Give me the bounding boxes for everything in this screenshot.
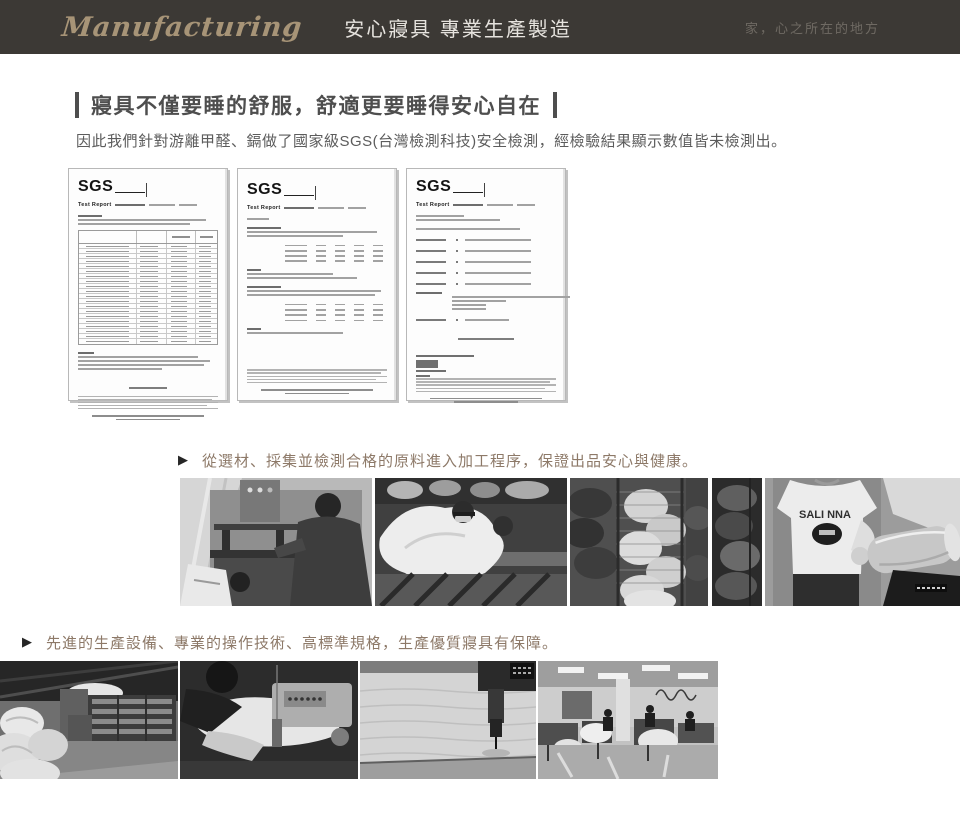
photo-quilting-machine (360, 661, 536, 779)
test-report-heading: Test Report (78, 202, 218, 208)
redacted-line (453, 204, 483, 206)
label-value-row (416, 272, 556, 274)
material-process-photos: SALI NNA (180, 478, 960, 606)
fine-print (78, 394, 218, 409)
photo-warehouse-rolls (0, 661, 178, 779)
sgs-report-document-1: SGS Test Report (68, 168, 228, 401)
redacted-section-2 (247, 284, 387, 296)
test-report-heading: Test Report (416, 202, 556, 208)
sewing-illustration (180, 661, 358, 779)
page-title: 寢具不僅要睡的舒服，舒適更要睡得安心自在 (91, 90, 541, 120)
label-value-row (416, 239, 556, 241)
intro-description: 因此我們針對游離甲醛、鎘做了國家級SGS(台灣檢測科技)安全檢測，經檢驗結果顯示… (76, 130, 960, 151)
process-caption-text: 從選材、採集並檢測合格的原料進入加工程序，保證出品安心與健康。 (202, 450, 698, 471)
table-row (79, 339, 217, 344)
document-footer (247, 387, 387, 394)
redacted-note-1 (247, 267, 387, 279)
label-value-row (416, 261, 556, 263)
header-tagline: 家，心之所在的地方 (745, 18, 880, 37)
sgs-reports-row: SGS Test Report (68, 168, 960, 401)
factory-floor-illustration (538, 661, 718, 779)
test-request-block (416, 290, 556, 310)
signature-stamp (416, 353, 556, 377)
test-results-table (78, 230, 218, 345)
pillow-rack-illustration (570, 478, 708, 606)
photo-factory-floor (538, 661, 718, 779)
sgs-logo: SGS (247, 180, 387, 197)
redacted-line (115, 204, 145, 206)
sgs-report-document-2: SGS Test Report (237, 168, 397, 401)
document-footer (78, 413, 218, 420)
sgs-logo: SGS (416, 180, 556, 194)
redacted-line (517, 204, 535, 206)
headline-left-bar (75, 92, 79, 118)
redacted-line (348, 207, 366, 209)
redacted-line (318, 207, 344, 209)
production-caption: ▶ 先進的生產設備、專業的操作技術、高標準規格，生產優質寢具有保障。 (22, 632, 960, 652)
headline-right-bar (553, 92, 557, 118)
redacted-line-group (247, 216, 387, 220)
photo-press-machine-worker (180, 478, 372, 606)
photo-stacked-pillows-rack (570, 478, 708, 606)
sgs-report-document-3: SGS Test Report (406, 168, 566, 401)
intro-section: 寢具不僅要睡的舒服，舒適更要睡得安心自在 因此我們針對游離甲醛、鎘做了國家級SG… (75, 90, 960, 151)
redacted-line (179, 204, 197, 206)
redacted-section-1 (247, 225, 387, 237)
production-photos (0, 661, 960, 779)
photo-duvet-filling-workers (375, 478, 567, 606)
redacted-line (487, 204, 513, 206)
manufacturing-section: Manufacturing 安心寢具 專業生產製造 家，心之所在的地方 寢具不僅… (0, 0, 960, 814)
header-title: 安心寢具 專業生產製造 (344, 13, 572, 42)
redacted-paragraph (78, 213, 218, 225)
photo-sewing-machine-worker (180, 661, 358, 779)
manufacturing-script-logo: Manufacturing (60, 12, 304, 43)
result-row (416, 319, 556, 321)
redacted-line (284, 207, 314, 209)
document-footer (416, 396, 556, 403)
duvet-workers-illustration (375, 478, 567, 606)
photo-worker-wrapping-roll: SALI NNA (765, 478, 960, 606)
redacted-note-2 (247, 326, 387, 334)
label-value-row (416, 283, 556, 285)
fine-print (416, 377, 556, 392)
header-bar: Manufacturing 安心寢具 專業生產製造 家，心之所在的地方 (0, 0, 960, 54)
roll-wrapping-illustration: SALI NNA (765, 478, 960, 606)
test-report-heading: Test Report (247, 205, 387, 211)
press-machine-illustration (180, 478, 372, 606)
arrow-icon: ▶ (178, 452, 189, 468)
process-caption: ▶ 從選材、採集並檢測合格的原料進入加工程序，保證出品安心與健康。 (178, 450, 960, 470)
headline-row: 寢具不僅要睡的舒服，舒適更要睡得安心自在 (75, 90, 960, 120)
photo-dark-stacked-bags (712, 478, 762, 606)
sgs-logo: SGS (78, 180, 218, 194)
shirt-text: SALI NNA (799, 509, 851, 521)
warehouse-illustration (0, 661, 178, 779)
results-grid-2 (247, 300, 387, 321)
redacted-line (149, 204, 175, 206)
redacted-notes (78, 350, 218, 370)
production-caption-text: 先進的生產設備、專業的操作技術、高標準規格，生產優質寢具有保障。 (46, 632, 558, 653)
label-value-row (416, 250, 556, 252)
sample-info-rows (416, 230, 556, 285)
report-end-mark (78, 376, 218, 394)
fine-print (247, 368, 387, 383)
results-grid-1 (247, 241, 387, 262)
see-next-page-mark (416, 327, 556, 345)
redacted-address (416, 212, 556, 221)
stacked-bags-illustration (712, 478, 762, 606)
arrow-icon: ▶ (22, 634, 33, 650)
quilting-illustration (360, 661, 536, 779)
